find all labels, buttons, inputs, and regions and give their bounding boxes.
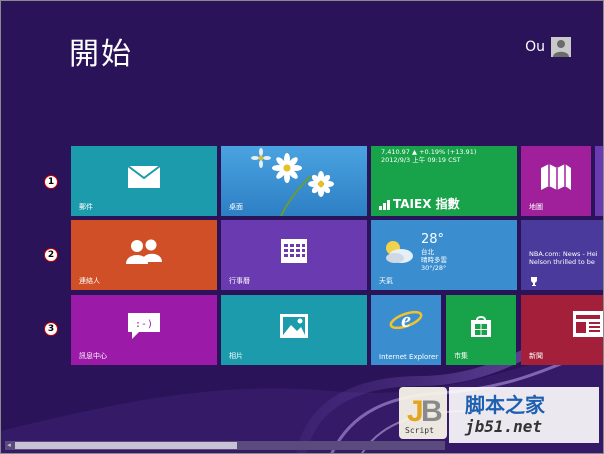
stock-change: 7,410.97 ▲ +0.19% (+13.91) <box>381 148 477 156</box>
stock-time: 2012/9/3 上午 09:19 CST <box>381 156 461 164</box>
weather-condition: 晴時多雲 <box>421 256 447 264</box>
ie-icon: e <box>389 307 423 332</box>
tile-weather[interactable]: 28° 台北 晴時多雲 30°/28° 天氣 <box>371 220 517 290</box>
sports-line-2: Nelson thrilled to be <box>529 258 595 266</box>
tile-label: 市集 <box>454 352 468 360</box>
scroll-left-icon[interactable]: ◂ <box>5 441 13 450</box>
tile-news[interactable]: 新聞 <box>521 295 603 365</box>
user-icon <box>553 40 569 57</box>
watermark-site: jb51.net <box>465 417 543 436</box>
tile-label: 桌面 <box>229 203 243 211</box>
start-screen: 開始 Ou 1 2 3 郵件 桌面 7,410.97 ▲ +0.19% (+13… <box>0 0 604 454</box>
svg-text::-): :-) <box>135 319 153 330</box>
watermark-script: Script <box>405 426 434 435</box>
stock-chart-icon <box>379 199 390 210</box>
weather-city: 台北 <box>421 248 434 256</box>
messaging-icon: :-) <box>128 312 160 339</box>
avatar <box>551 37 571 57</box>
sports-headline: NBA.com: News - Hei Nelson thrilled to b… <box>529 250 598 266</box>
tile-finance[interactable]: 7,410.97 ▲ +0.19% (+13.91) 2012/9/3 上午 0… <box>371 146 517 216</box>
tile-partial-1[interactable] <box>595 146 603 216</box>
stock-index-name: TAIEX 指數 <box>379 195 460 212</box>
stock-quote: 7,410.97 ▲ +0.19% (+13.91) 2012/9/3 上午 0… <box>381 148 476 164</box>
annotation-marker-1: 1 <box>44 175 58 189</box>
photos-icon <box>280 313 308 338</box>
trophy-icon <box>531 277 537 286</box>
user-account[interactable]: Ou <box>525 37 571 57</box>
tile-label: 地圖 <box>529 203 543 211</box>
page-title: 開始 <box>69 37 133 72</box>
tile-photos[interactable]: 相片 <box>221 295 367 365</box>
sports-line-1: NBA.com: News - Hei <box>529 250 598 258</box>
svg-text:e: e <box>401 307 411 332</box>
tile-label: Internet Explorer <box>379 353 439 361</box>
tile-maps[interactable]: 地圖 <box>521 146 591 216</box>
tile-calendar[interactable]: 行事曆 <box>221 220 367 290</box>
tile-store[interactable]: 市集 <box>446 295 516 365</box>
tile-label: 行事曆 <box>229 277 250 285</box>
svg-text:B: B <box>421 395 443 428</box>
map-icon <box>541 163 571 190</box>
scrollbar-thumb[interactable] <box>15 442 237 449</box>
tile-label: 新聞 <box>529 352 543 360</box>
tile-messaging[interactable]: :-) 訊息中心 <box>71 295 217 365</box>
weather-temperature: 28° <box>421 232 445 247</box>
tile-people[interactable]: 連絡人 <box>71 220 217 290</box>
annotation-marker-3: 3 <box>44 322 58 336</box>
tile-mail[interactable]: 郵件 <box>71 146 217 216</box>
tile-label: 天氣 <box>379 277 393 285</box>
tile-label: 訊息中心 <box>79 352 107 360</box>
mail-icon <box>127 164 161 188</box>
watermark: J B Script 脚本之家 jb51.net <box>399 383 599 447</box>
store-icon <box>471 315 491 337</box>
news-icon <box>573 311 603 337</box>
weather-details: 台北 晴時多雲 30°/28° <box>421 248 447 272</box>
tile-desktop[interactable]: 桌面 <box>221 146 367 216</box>
cloudy-sun-icon <box>386 241 413 263</box>
tile-label: 郵件 <box>79 203 93 211</box>
tile-internet-explorer[interactable]: e Internet Explorer <box>371 295 441 365</box>
people-icon <box>126 239 162 264</box>
horizontal-scrollbar[interactable]: ◂ <box>5 441 445 450</box>
calendar-icon <box>281 238 307 263</box>
user-name: Ou <box>525 39 545 55</box>
tile-label: 連絡人 <box>79 277 100 285</box>
annotation-marker-2: 2 <box>44 248 58 262</box>
tile-label: 相片 <box>229 352 243 360</box>
stock-name: TAIEX 指數 <box>393 197 460 211</box>
weather-range: 30°/28° <box>421 264 447 272</box>
tile-sports[interactable]: NBA.com: News - Hei Nelson thrilled to b… <box>521 220 603 290</box>
watermark-brand: 脚本之家 <box>465 393 545 417</box>
